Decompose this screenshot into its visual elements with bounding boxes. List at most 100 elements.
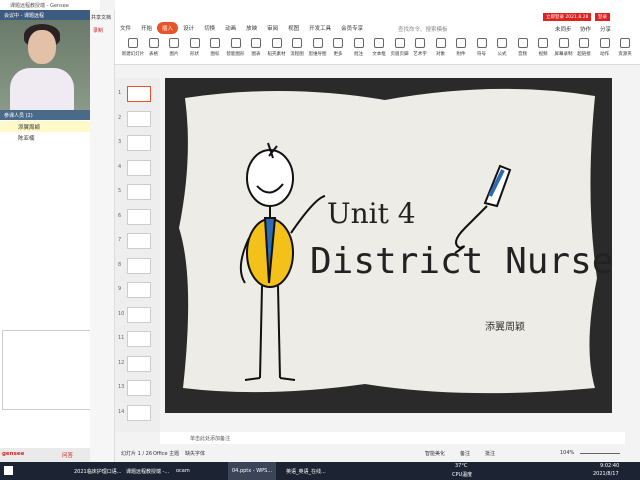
slide-thumbnail[interactable]	[127, 159, 151, 176]
tool-label: 表格	[149, 52, 158, 57]
tool-icon	[435, 38, 446, 48]
slide-thumbnail[interactable]	[127, 208, 151, 225]
tool-label: 屏幕录制	[554, 52, 573, 57]
tool-icon	[558, 38, 569, 48]
tool-label: 稻壳素材	[267, 52, 286, 57]
zoom-level[interactable]: 104%	[560, 450, 574, 456]
tab-9[interactable]: 开发工具	[304, 22, 336, 34]
slide-thumbnail[interactable]	[127, 380, 151, 396]
slide-thumbnail[interactable]	[127, 404, 151, 421]
zoom-slider[interactable]	[580, 453, 620, 454]
tool-icon	[169, 38, 179, 48]
comments-button[interactable]: 批注	[485, 450, 495, 457]
qa-button[interactable]: 问答	[62, 451, 73, 459]
record-button[interactable]: 录制	[90, 25, 114, 36]
tool-icon	[271, 38, 282, 48]
slide-thumbnail[interactable]	[127, 282, 151, 298]
tool-icon	[128, 38, 138, 48]
thumb-number: 14	[118, 408, 125, 415]
tool-label: 超链接	[577, 52, 591, 57]
slide-thumbnail[interactable]	[127, 257, 151, 274]
slide-thumbnail[interactable]	[127, 306, 151, 323]
tab-3[interactable]: 设计	[178, 22, 199, 34]
taskbar-app[interactable]: 2021临床护理口语...	[70, 462, 126, 480]
thumb-number: 2	[118, 114, 122, 121]
taskbar-app[interactable]: 课题远程教授端 -...	[122, 462, 173, 480]
gensee-logo: gensee	[2, 451, 25, 457]
thumb-number: 3	[118, 139, 122, 145]
gensee-window: 课题远程教授端 - Gensee 会议中 - 课题远程 参课人员 (2) 添翼周…	[0, 0, 100, 462]
thumb-number: 6	[118, 212, 122, 219]
thumb-number: 13	[118, 384, 125, 390]
tool-icon	[456, 38, 466, 48]
taskbar-app[interactable]: 04.pptx - WPS...	[228, 462, 277, 480]
slide-thumbnail[interactable]	[127, 233, 151, 249]
share-button[interactable]: 分享	[600, 25, 611, 33]
slide-thumbnail[interactable]	[127, 184, 151, 200]
tool-label: 页眉页脚	[390, 52, 409, 57]
ribbon-tabs: 文件 开始 插入 设计 切换 动画 放映 审阅 视图 开发工具 会员专享 查找命令、搜索模板 未同步…	[115, 22, 640, 35]
notes-button[interactable]: 备注	[460, 450, 470, 457]
tab-5[interactable]: 动画	[220, 22, 241, 34]
tab-0[interactable]: 文件	[115, 22, 136, 34]
notes-field[interactable]: 单击此处添加备注	[160, 432, 625, 444]
clock-time: 9:02:40	[600, 463, 620, 469]
tool-button[interactable]: 资源夹	[613, 38, 637, 57]
windows-start-icon[interactable]	[4, 466, 13, 475]
tool-icon	[251, 38, 261, 48]
collab-button[interactable]: 协作	[580, 25, 591, 33]
login-button[interactable]: 登录	[595, 13, 610, 21]
tab-8[interactable]: 视图	[283, 22, 304, 34]
search-input[interactable]: 查找命令、搜索模板	[398, 25, 448, 33]
slide-thumbnail[interactable]	[127, 355, 151, 372]
tool-icon	[394, 38, 405, 48]
tool-label: 形状	[190, 52, 199, 57]
thumb-number: 9	[118, 286, 122, 292]
slide-thumbnail[interactable]	[127, 135, 151, 151]
status-bar: 幻灯片 1 / 26 Office 主题 缺失字体 智能美化 备注 批注 104…	[115, 446, 640, 462]
wps-window: 立即登录 2021.8.28 登录 文件 开始 插入 设计 切换 动画 放映 审阅 视图 开发工具…	[115, 0, 640, 462]
participant-item[interactable]: 添翼周颖	[0, 121, 90, 132]
thumb-number: 5	[118, 188, 122, 194]
tool-icon	[415, 38, 425, 48]
clock-date: 2021/8/17	[593, 471, 619, 477]
thumb-number: 10	[118, 310, 125, 317]
temperature: 37°C	[455, 463, 468, 469]
tab-7[interactable]: 审阅	[262, 22, 283, 34]
tool-label: 智能图形	[226, 52, 245, 57]
taskbar-app[interactable]: 英语_英语_在线...	[282, 462, 330, 480]
missing-font-button[interactable]: 缺失字体	[185, 450, 205, 457]
meeting-tab[interactable]: 会议中 - 课题远程	[0, 10, 92, 20]
window-title: 课题远程教授端 - Gensee	[0, 0, 100, 10]
tab-6[interactable]: 放映	[241, 22, 262, 34]
tool-label: 图表	[251, 52, 261, 57]
tool-label: 文本框	[372, 52, 386, 57]
tool-icon	[210, 38, 220, 48]
tool-label: 视频	[538, 52, 548, 57]
beautify-button[interactable]: 智能美化	[425, 450, 445, 457]
tab-1[interactable]: 开始	[136, 22, 157, 34]
thumb-number: 8	[118, 261, 122, 268]
taskbar-app[interactable]: ocam	[172, 462, 194, 480]
chat-input[interactable]	[2, 330, 98, 410]
slide-canvas[interactable]: Unit 4 District Nurse 添翼周颖	[165, 78, 613, 413]
slide-thumbnail[interactable]	[127, 110, 151, 127]
tool-icon	[538, 38, 548, 48]
share-doc-button[interactable]: 共享文档	[90, 10, 114, 25]
tool-label: 图片	[169, 52, 179, 57]
tool-label: 批注	[354, 52, 363, 57]
participant-item[interactable]: 陈亚楠	[0, 132, 90, 143]
tab-4[interactable]: 切换	[199, 22, 220, 34]
tab-2[interactable]: 插入	[157, 22, 179, 34]
webcam-video	[0, 20, 90, 110]
tool-label: 附件	[456, 52, 466, 57]
slide-author: 添翼周颖	[485, 320, 525, 333]
tool-icon	[148, 38, 159, 48]
slide-thumbnail[interactable]	[127, 86, 151, 102]
vip-button[interactable]: 立即登录 2021.8.28	[543, 13, 592, 21]
tool-icon	[312, 38, 323, 48]
slide-thumbnail[interactable]	[127, 331, 151, 347]
sync-button[interactable]: 未同步	[555, 25, 572, 33]
tool-label: 资源夹	[618, 52, 632, 57]
tab-10[interactable]: 会员专享	[336, 22, 368, 34]
